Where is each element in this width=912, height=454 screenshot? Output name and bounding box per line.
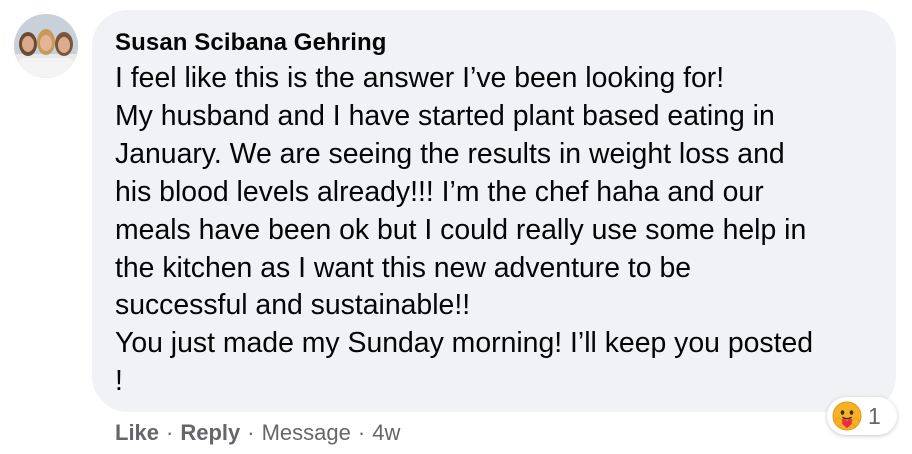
comment-line: the kitchen as I want this new adventure… — [115, 251, 692, 284]
like-button[interactable]: Like — [115, 420, 159, 446]
care-reaction-icon — [832, 401, 862, 431]
reply-button[interactable]: Reply — [180, 420, 240, 446]
comment-bubble: Susan Scibana Gehring I feel like this i… — [92, 10, 896, 412]
comment-line: successful and sustainable!! — [115, 289, 471, 322]
comment-line: January. We are seeing the results in we… — [115, 137, 785, 170]
comment-line: I feel like this is the answer I’ve been… — [115, 62, 725, 94]
separator-dot: · — [247, 420, 255, 445]
comment-timestamp[interactable]: 4w — [372, 420, 400, 446]
message-button[interactable]: Message — [262, 420, 351, 446]
comment-author[interactable]: Susan Scibana Gehring — [115, 28, 872, 58]
profile-photo — [14, 14, 78, 78]
avatar[interactable] — [14, 14, 78, 78]
comment-line: You just made my Sunday morning! I’ll ke… — [115, 327, 814, 360]
reaction-count: 1 — [868, 402, 881, 429]
comment-actions: Like · Reply · Message · 4w — [115, 420, 400, 446]
separator-dot: · — [166, 420, 174, 445]
separator-dot: · — [357, 420, 366, 445]
comment-line: ! — [115, 365, 123, 398]
comment-text: I feel like this is the answer I’ve been… — [115, 60, 872, 401]
comment-line: his blood levels already!!! I’m the chef… — [115, 175, 764, 208]
comment-line: meals have been ok but I could really us… — [115, 213, 807, 246]
comment-line: My husband and I have started plant base… — [115, 99, 775, 132]
reaction-summary[interactable]: 1 — [827, 397, 897, 435]
